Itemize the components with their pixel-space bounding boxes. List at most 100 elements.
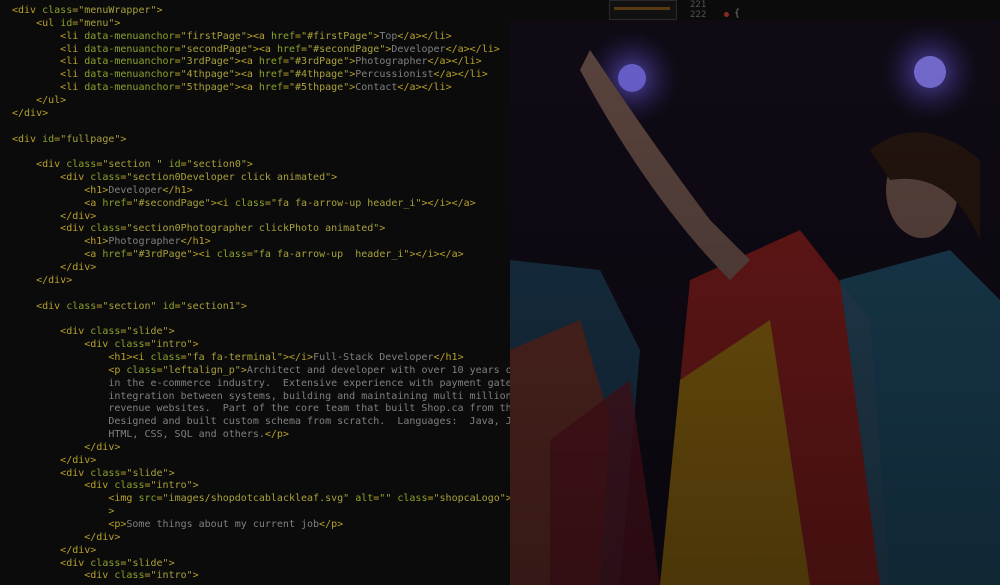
code-token: "slide" [126, 467, 169, 479]
code-token: id [162, 300, 175, 312]
code-token: <li [60, 82, 85, 94]
code-token: data-menuanchor [84, 56, 175, 68]
code-token: Top [379, 30, 398, 42]
code-token: "#3rdPage" [132, 249, 193, 261]
code-token: <div [36, 159, 67, 171]
performer-photo-art [510, 20, 1000, 585]
code-line: in the e-commerce industry. Extensive ex… [12, 377, 511, 390]
code-token: class [114, 480, 145, 492]
code-token: </div> [12, 107, 49, 119]
code-token: > [168, 467, 175, 479]
code-token: href [102, 197, 127, 209]
code-token: "fa fa-terminal" [186, 351, 283, 363]
code-token: ><a [246, 30, 271, 42]
code-token: </a></li> [433, 69, 488, 81]
code-token: ></i></a> [421, 197, 476, 209]
code-token: <p> [108, 519, 127, 530]
code-token: class [150, 351, 181, 363]
code-token: "intro" [150, 339, 193, 351]
code-token: <div [12, 5, 43, 16]
code-line: </div> [12, 274, 72, 287]
code-token: class [234, 197, 265, 209]
code-token: "#5thpage" [289, 82, 350, 94]
code-line: <div class="slide"> [12, 325, 175, 338]
code-token: > [246, 159, 253, 171]
minimap-bar [614, 7, 670, 10]
code-token: Designed and built custom schema from sc… [12, 416, 512, 428]
code-token: "section " [102, 159, 163, 171]
code-line: </div> [12, 454, 96, 467]
code-token: "#4thpage" [289, 69, 350, 81]
code-token: "images/shopdotcablackleaf.svg" [162, 493, 350, 505]
code-token: Developer [108, 184, 163, 196]
code-line: </div> [12, 531, 120, 544]
code-token: "#secondPage" [132, 197, 211, 209]
code-token: > [240, 300, 247, 312]
code-token: Developer [391, 43, 446, 55]
code-token: data-menuanchor [84, 82, 175, 94]
code-line: </div> [12, 107, 48, 120]
code-token: "menu" [78, 17, 115, 29]
code-token: href [276, 43, 302, 55]
code-token: </a></li> [427, 56, 482, 68]
code-line: HTML, CSS, SQL and others.</p> [12, 428, 289, 441]
code-token: class [397, 493, 428, 505]
code-line: <div class="section" id="section1"> [12, 300, 247, 313]
code-line: <div class="slide"> [12, 557, 175, 570]
code-token: > [168, 326, 175, 338]
code-token: "section0" [186, 159, 247, 171]
code-token: ></i> [282, 351, 314, 363]
code-token: "slide" [126, 326, 169, 338]
code-token: "3rdPage" [180, 56, 235, 68]
code-token: > [156, 5, 163, 16]
code-token: <p [108, 364, 127, 376]
code-line: </div> [12, 261, 96, 274]
code-line: > [12, 505, 114, 518]
code-line: <li data-menuanchor="5thpage"><a href="#… [12, 81, 451, 94]
code-token: > [192, 480, 199, 492]
code-token: <a [84, 197, 103, 209]
code-token: data-menuanchor [84, 30, 175, 42]
code-line: </ul> [12, 94, 66, 107]
code-token: href [258, 56, 283, 68]
code-token: </p> [264, 429, 289, 441]
code-line: <li data-menuanchor="4thpage"><a href="#… [12, 68, 488, 81]
code-token: > [379, 223, 386, 235]
code-token: > [168, 557, 175, 569]
code-token: </div> [60, 454, 97, 466]
code-token: id [168, 159, 181, 171]
code-line: <li data-menuanchor="firstPage"><a href=… [12, 30, 451, 43]
code-token: ></i></a> [409, 249, 464, 261]
line-number: 222 [690, 10, 707, 20]
code-line: <a href="#3rdPage"><i class="fa fa-arrow… [12, 248, 464, 261]
code-token: "intro" [150, 480, 193, 492]
code-token: src [138, 493, 157, 505]
code-token: href [258, 69, 283, 81]
line-number: 221 [690, 0, 707, 10]
code-token: "section0Photographer clickPhoto animate… [126, 223, 380, 235]
code-token: class [114, 570, 145, 582]
code-line: </div> [12, 210, 96, 223]
code-line: <h1>Photographer</h1> [12, 235, 210, 248]
code-token: "firstPage" [180, 30, 247, 42]
code-token: <div [60, 172, 91, 184]
code-token: "slide" [126, 557, 169, 569]
code-line: <div class="menuWrapper"> [12, 4, 163, 17]
code-token: > [114, 17, 121, 29]
code-token: href [258, 82, 283, 94]
code-token: "5thpage" [180, 82, 235, 94]
performer-photo [510, 20, 1000, 585]
code-token: ><i [210, 197, 235, 209]
